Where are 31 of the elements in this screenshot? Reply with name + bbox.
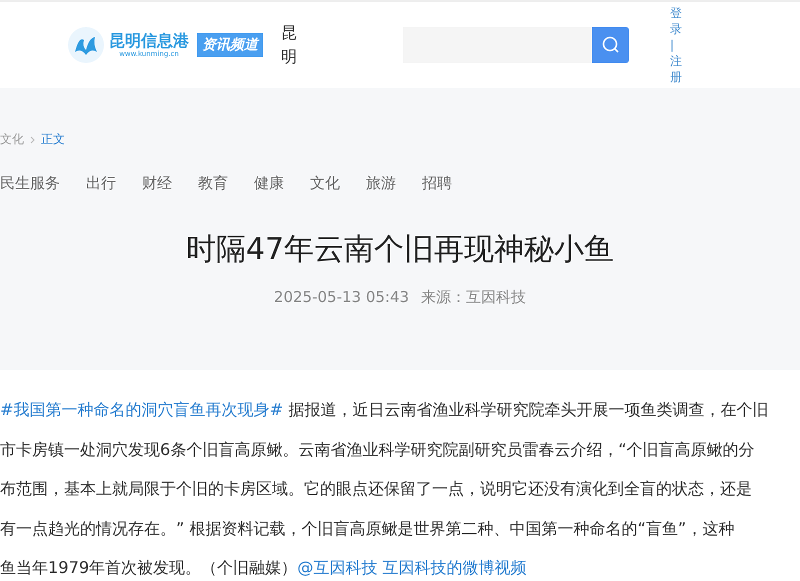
paragraph-text: 市卡房镇一处洞穴发现6条个旧盲高原鳅。云南省渔业科学研究院副研究员雷春云介绍，“个旧盲高原鳅的分 bbox=[0, 440, 755, 458]
breadcrumb-link[interactable]: 正文 bbox=[41, 131, 65, 148]
article-title: 时隔47年云南个旧再现神秘小鱼 bbox=[184, 231, 616, 269]
nav-link[interactable]: 财经 bbox=[142, 174, 172, 193]
nav-link[interactable]: 教育 bbox=[198, 174, 228, 193]
link[interactable]: 互因科技的微博视频 bbox=[377, 558, 527, 577]
paragraph-text: 有一点趋光的情况存在。” 根据资料记载，个旧盲高原鳅是世界第二种、中国第一种命名的“盲鱼”，这种 bbox=[0, 518, 734, 538]
search-icon bbox=[602, 36, 620, 54]
search-field[interactable] bbox=[403, 27, 592, 63]
logo-icon bbox=[67, 26, 105, 64]
publish-date: 2025-05-13 05:43 bbox=[274, 288, 410, 307]
paragraph-text: 据报道，近日云南省渔业科学研究院牵头开展一项鱼类调查，在个旧 bbox=[287, 400, 768, 419]
nav-link[interactable]: 健康 bbox=[254, 174, 284, 193]
nav-link[interactable]: 旅游 bbox=[366, 174, 396, 193]
search-button[interactable] bbox=[592, 27, 629, 63]
paragraph-text: 布范围，基本上就局限于个旧的卡房区域。它的眼点还保留了一点，说明它还没有演化到全盲的状态，还是 bbox=[0, 479, 752, 498]
nav-link[interactable]: 招聘 bbox=[422, 174, 452, 193]
chevron-icon bbox=[30, 136, 35, 144]
register-link[interactable]: 注册 bbox=[670, 53, 682, 85]
nav-link[interactable]: 文化 bbox=[310, 174, 340, 193]
nav-link[interactable]: 出行 bbox=[86, 174, 116, 193]
login-link[interactable]: 登录 bbox=[670, 5, 682, 37]
link[interactable]: #我国第一种命名的洞穴盲鱼再次现身# bbox=[0, 400, 284, 419]
paragraph-text: 鱼当年1979年首次被发现。（个旧融媒） bbox=[0, 558, 298, 577]
link[interactable]: @互因科技 bbox=[297, 558, 378, 577]
article-source: 来源：互因科技 bbox=[421, 288, 526, 307]
channel-badge: 资讯频道 bbox=[197, 33, 263, 57]
nav-link[interactable]: 民生服务 bbox=[0, 174, 60, 193]
logo-name: 昆明信息港 bbox=[109, 32, 189, 50]
city-selector[interactable]: 昆明 bbox=[281, 21, 297, 69]
separator: | bbox=[670, 37, 676, 53]
